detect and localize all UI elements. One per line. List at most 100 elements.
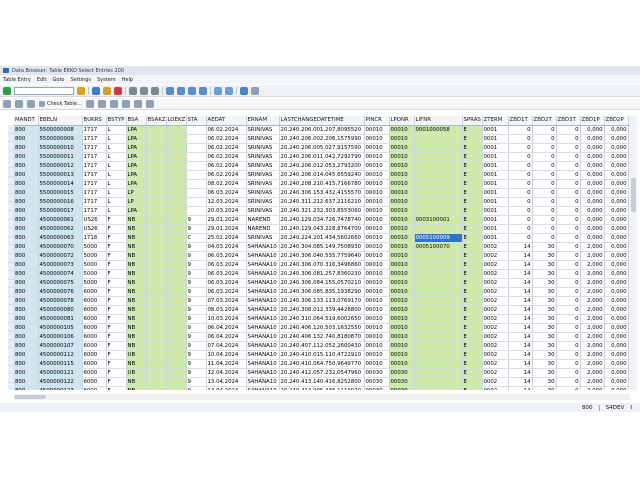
column-header-zbd2p[interactable]: ZBD2P [604,116,629,126]
sort-descending-icon[interactable] [97,99,106,108]
cell-zbd2p[interactable]: 0,000 [604,197,629,207]
cell-bsa[interactable]: LPA [126,152,147,162]
cell-bsakz[interactable] [146,215,167,225]
cell-zbd3t[interactable]: 0 [556,305,581,315]
cell-zterm[interactable]: 0001 [482,224,509,234]
cell-sta[interactable]: 9 [186,278,207,288]
cell-lastchangedatetime[interactable]: 20.240.306.153.432,4155570 [279,188,365,198]
cell-bukrs[interactable]: 6000 [82,314,107,324]
cell-bsa[interactable]: LP [126,197,147,207]
cell-zbd2t[interactable]: 30 [532,350,557,360]
cell-bsa[interactable]: LPA [126,179,147,189]
cell-loekz[interactable] [166,314,187,324]
cell-zbd2p[interactable]: 0,000 [604,287,629,297]
cell-ernam[interactable]: S4HANA10 [246,350,280,360]
cell-loekz[interactable] [166,242,187,252]
cell-ebeln[interactable]: 5500000009 [38,134,83,144]
cell-mandt[interactable]: 800 [14,323,39,333]
cell-zbd1t[interactable]: 0 [508,134,533,144]
cell-loekz[interactable] [166,134,187,144]
cell-bsa[interactable]: NB [126,242,147,252]
cell-zbd1p[interactable]: 2,000 [580,332,605,342]
cell-pincr[interactable]: 00010 [364,143,390,153]
cell-bsakz[interactable] [146,359,167,369]
cell-sta[interactable]: 9 [186,359,207,369]
cell-zterm[interactable]: 0002 [482,332,509,342]
cell-zbd1t[interactable]: 14 [508,368,533,378]
cell-ernam[interactable]: S4HANA10 [246,278,280,288]
cell-bsakz[interactable] [146,197,167,207]
cell-bstyp[interactable]: F [106,341,127,351]
cell-sta[interactable]: 9 [186,251,207,261]
cell-lastchangedatetime[interactable]: 20.240.410.064.750,9649770 [279,359,365,369]
cell-bsa[interactable]: NB [126,287,147,297]
cell-spras[interactable]: E [462,233,483,243]
cell-zbd1p[interactable]: 0,000 [580,134,605,144]
cell-ernam[interactable]: S4HANA10 [246,332,280,342]
cell-aedat[interactable]: 20.03.2024 [206,206,247,216]
cell-sta[interactable]: 9 [186,350,207,360]
cell-zbd1p[interactable]: 2,000 [580,341,605,351]
cell-zbd2t[interactable]: 30 [532,305,557,315]
cell-zbd3t[interactable]: 0 [556,206,581,216]
cell-bsakz[interactable] [146,152,167,162]
cell-zbd2p[interactable]: 0,000 [604,332,629,342]
cell-bsa[interactable]: LPA [126,206,147,216]
cell-lastchangedatetime[interactable]: 20.240.206.001.207,8095520 [279,125,365,135]
column-header-lponr[interactable]: LPONR [389,116,415,126]
cell-zbd3t[interactable]: 0 [556,170,581,180]
cell-bsa[interactable]: LPA [126,170,147,180]
cell-loekz[interactable] [166,269,187,279]
cell-ebeln[interactable]: 4500000115 [38,359,83,369]
cell-lastchangedatetime[interactable]: 20.240.206.011.042,7292790 [279,152,365,162]
cell-bukrs[interactable]: 6000 [82,341,107,351]
cell-zterm[interactable]: 0001 [482,215,509,225]
cell-zbd3t[interactable]: 0 [556,179,581,189]
cell-loekz[interactable] [166,278,187,288]
cell-aedat[interactable]: 12.03.2024 [206,197,247,207]
cell-zterm[interactable]: 0001 [482,170,509,180]
cell-lifnr[interactable] [414,224,463,234]
cell-zbd1p[interactable]: 0,000 [580,125,605,135]
menu-item-table-entry[interactable]: Table Entry [3,77,31,83]
cell-pincr[interactable]: 00030 [364,386,390,390]
cell-zbd3t[interactable]: 0 [556,332,581,342]
cell-ebeln[interactable]: 4500000105 [38,323,83,333]
cell-zbd3t[interactable]: 0 [556,269,581,279]
cell-mandt[interactable]: 800 [14,350,39,360]
table-row[interactable]: 800 4500000112 6000 F UB 9 10.04.2024 S4HANA10 2… [14,350,637,360]
cell-bukrs[interactable]: 1718 [82,233,107,243]
table-row[interactable]: 800 4500000107 6000 F NB 9 07.04.2024 S4HANA10 2… [14,341,637,351]
cell-spras[interactable]: E [462,260,483,270]
cell-spras[interactable]: E [462,314,483,324]
cell-lifnr[interactable] [414,332,463,342]
display-icon[interactable] [3,99,11,108]
cell-lifnr[interactable] [414,197,463,207]
cell-zbd2t[interactable]: 30 [532,296,557,306]
cell-zbd2t[interactable]: 0 [532,215,557,225]
cell-zterm[interactable]: 0002 [482,260,509,270]
cell-ernam[interactable]: S4HANA10 [246,314,280,324]
cell-sta[interactable]: C [186,233,207,243]
cell-pincr[interactable]: 00010 [364,323,390,333]
cell-mandt[interactable]: 800 [14,179,39,189]
cell-mandt[interactable]: 800 [14,368,39,378]
cell-zbd1t[interactable]: 0 [508,143,533,153]
cell-lponr[interactable]: 00010 [389,152,415,162]
cell-zbd1p[interactable]: 2,000 [580,242,605,252]
cell-loekz[interactable] [166,287,187,297]
cell-zterm[interactable]: 0002 [482,350,509,360]
cell-aedat[interactable]: 14.04.2024 [206,386,247,390]
cell-loekz[interactable] [166,233,187,243]
table-row[interactable]: 800 4500000073 5000 F NB 9 06.03.2024 S4HANA10 2… [14,260,637,270]
cell-bstyp[interactable]: F [106,242,127,252]
cell-bsakz[interactable] [146,296,167,306]
cell-loekz[interactable] [166,170,187,180]
cell-zbd2p[interactable]: 0,000 [604,170,629,180]
cell-lifnr[interactable]: 0005100009 [414,233,463,243]
cell-bstyp[interactable]: F [106,269,127,279]
cell-bsakz[interactable] [146,161,167,171]
cell-bstyp[interactable]: F [106,287,127,297]
cell-lponr[interactable]: 00010 [389,170,415,180]
cell-spras[interactable]: E [462,323,483,333]
